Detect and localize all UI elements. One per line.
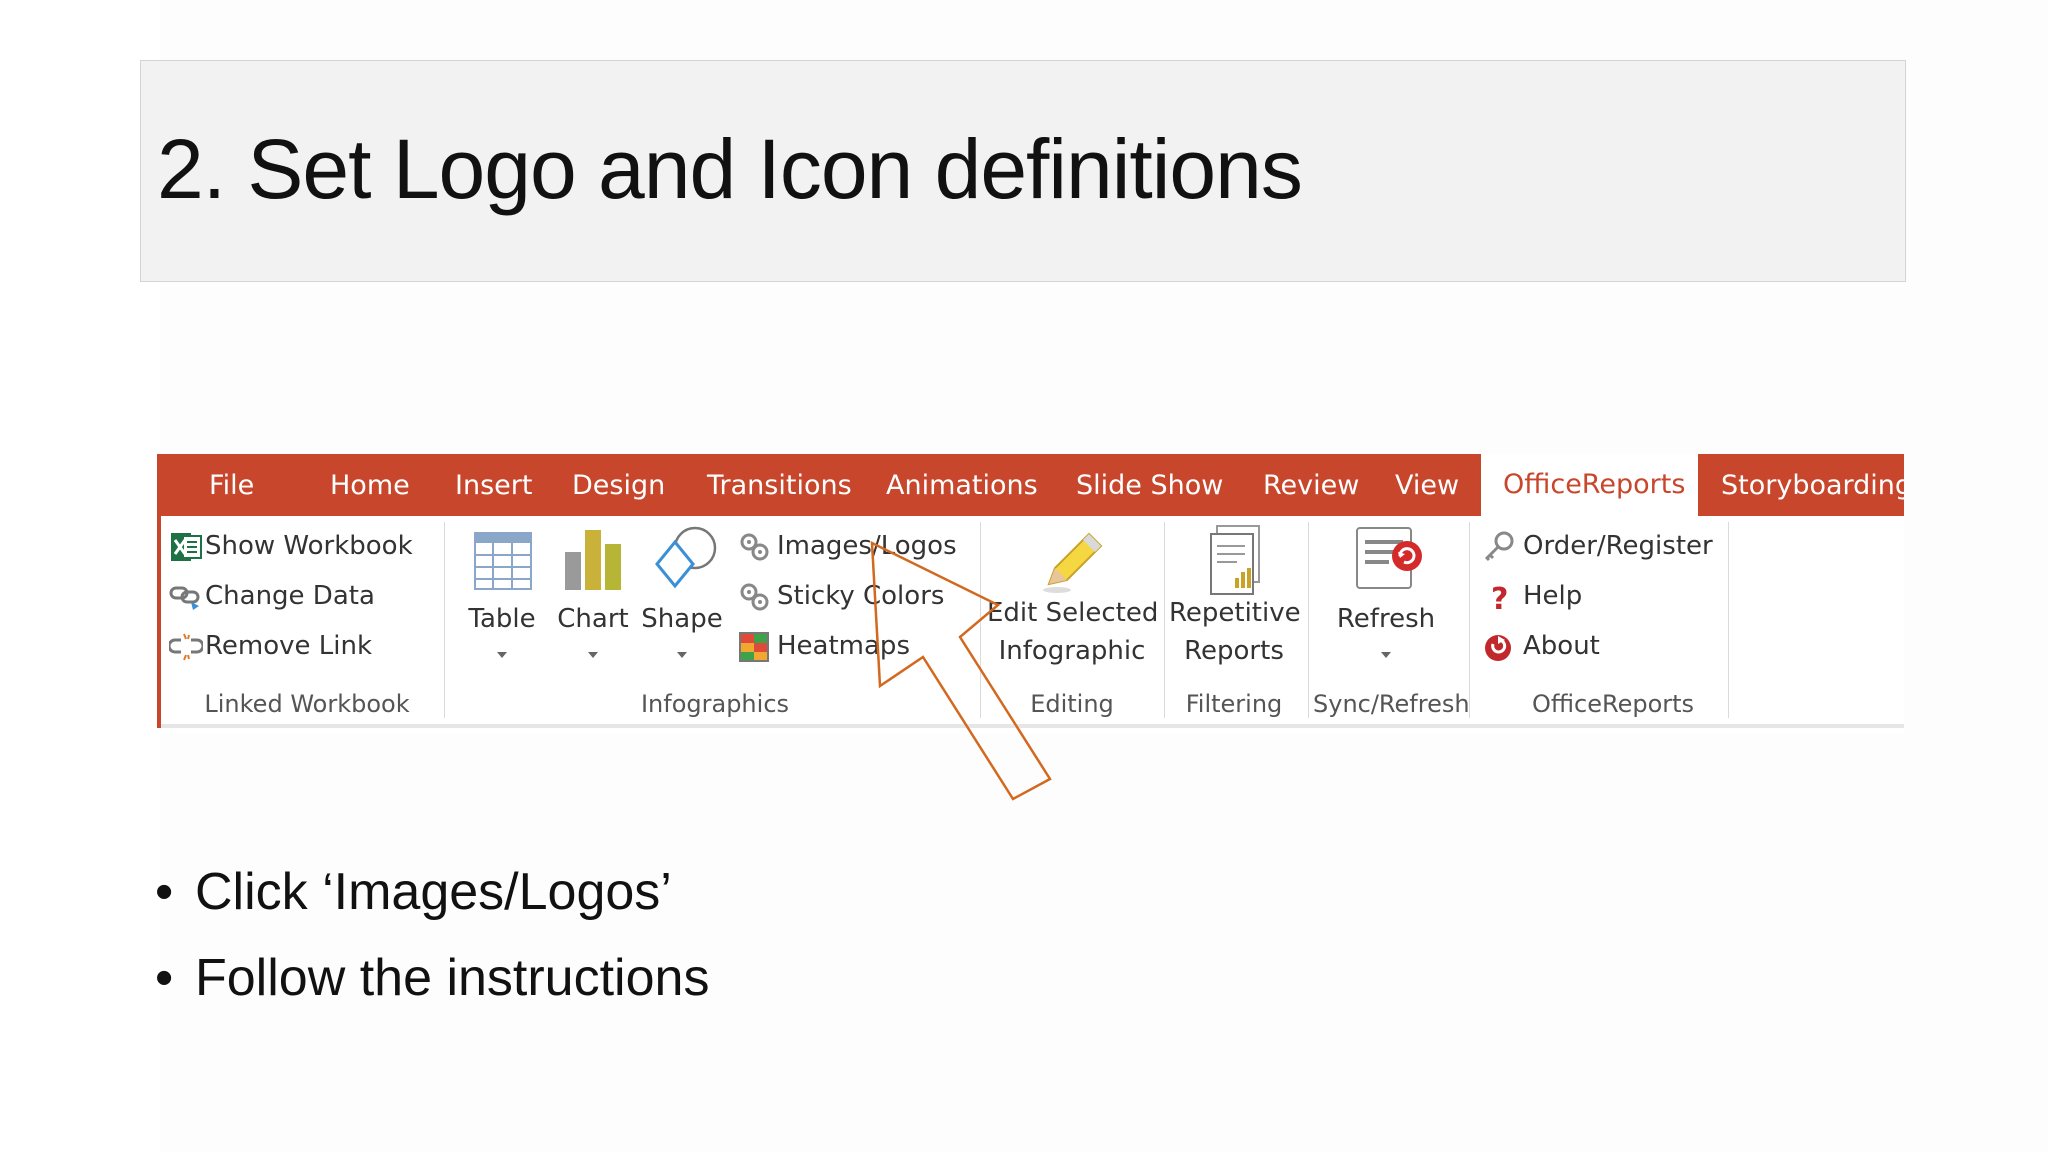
bullet-dot: •	[155, 949, 174, 1007]
bullet-text: Click ‘Images/Logos’	[195, 863, 672, 921]
bullet-dot: •	[155, 863, 174, 921]
bullet-text: Follow the instructions	[195, 949, 710, 1007]
